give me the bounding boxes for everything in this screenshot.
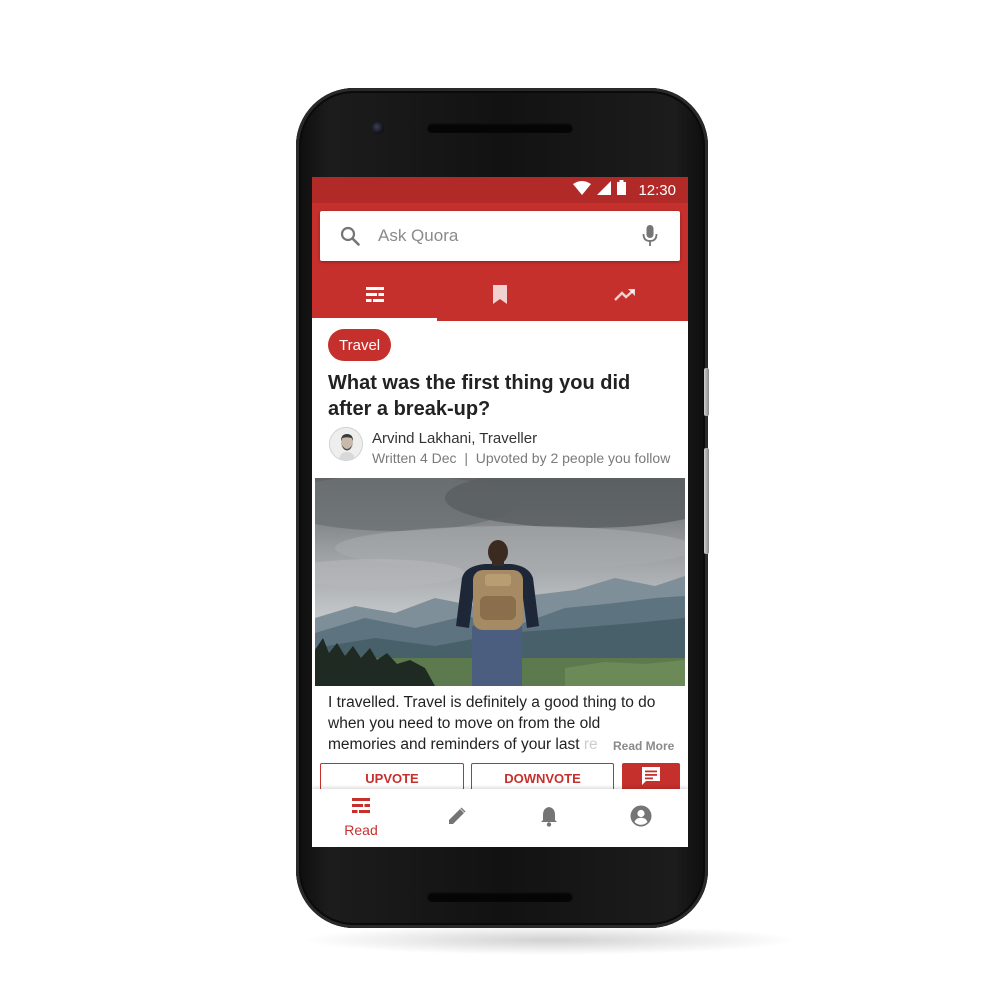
read-icon xyxy=(351,798,371,820)
feed-icon xyxy=(365,286,385,309)
bookmark-icon xyxy=(492,285,507,309)
nav-read[interactable]: Read xyxy=(314,789,408,847)
phone-shadow xyxy=(300,925,800,955)
top-tabs xyxy=(312,273,688,321)
status-time: 12:30 xyxy=(638,181,676,199)
answer-line: when you need to move on from the old xyxy=(328,715,601,732)
power-button xyxy=(704,448,709,554)
bottom-nav: Read xyxy=(312,789,688,847)
search-bar[interactable]: Ask Quora xyxy=(320,211,680,261)
tab-feed[interactable] xyxy=(312,273,437,321)
search-icon xyxy=(340,226,360,251)
answer-text[interactable]: I travelled. Travel is definitely a good… xyxy=(328,692,658,755)
microphone-icon[interactable] xyxy=(642,224,658,253)
answer-line: I travelled. Travel is definitely a good… xyxy=(328,694,656,711)
author-meta: Written 4 Dec | Upvoted by 2 people you … xyxy=(372,450,671,466)
signal-icon xyxy=(597,180,612,200)
profile-icon xyxy=(630,805,652,832)
app-header: 12:30 Ask Quora xyxy=(312,177,688,321)
feed: Travel What was the first thing you did … xyxy=(312,321,688,793)
question-title[interactable]: What was the first thing you did after a… xyxy=(328,370,668,422)
top-speaker xyxy=(427,123,573,133)
answer-actions: UPVOTE DOWNVOTE xyxy=(312,763,688,793)
answer-line-text: memories and reminders of your last xyxy=(328,736,584,753)
bottom-speaker xyxy=(427,892,573,902)
nav-read-label: Read xyxy=(344,822,378,838)
answer-faded-text: re xyxy=(583,736,598,753)
notifications-icon xyxy=(540,805,558,832)
phone-screen: 12:30 Ask Quora Travel What was the firs… xyxy=(312,177,688,847)
avatar[interactable] xyxy=(329,427,363,461)
answer-line: memories and reminders of your last re xyxy=(328,734,658,755)
tab-trending[interactable] xyxy=(562,273,687,321)
wifi-icon xyxy=(573,180,592,200)
tab-bookmarks[interactable] xyxy=(437,273,562,321)
front-camera xyxy=(372,122,384,134)
status-bar: 12:30 xyxy=(312,177,688,203)
battery-icon xyxy=(617,180,627,200)
topic-tag[interactable]: Travel xyxy=(328,329,392,361)
nav-write[interactable] xyxy=(410,789,504,847)
trending-icon xyxy=(613,288,636,307)
nav-notifications[interactable] xyxy=(502,789,596,847)
write-icon xyxy=(447,806,467,831)
volume-button xyxy=(704,368,709,416)
author-name[interactable]: Arvind Lakhani, Traveller xyxy=(372,430,537,447)
answer-image xyxy=(315,478,685,686)
comment-icon xyxy=(641,766,661,791)
read-more-link[interactable]: Read More xyxy=(611,739,675,753)
search-input[interactable]: Ask Quora xyxy=(378,226,458,246)
nav-profile[interactable] xyxy=(594,789,688,847)
